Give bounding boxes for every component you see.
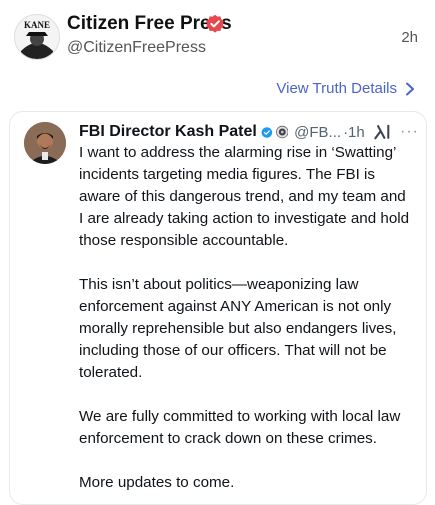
view-truth-details-link[interactable]: View Truth Details (276, 80, 415, 97)
embed-paragraph: I want to address the alarming rise in ‘… (79, 144, 410, 249)
post-time: 2h (401, 29, 418, 46)
embed-avatar[interactable] (24, 122, 66, 164)
post-header: KANE Citizen Free Press @CitizenFreePres… (0, 0, 435, 70)
avatar-label: KANE (24, 20, 50, 30)
verified-badge-icon (206, 14, 224, 33)
embed-paragraph: More updates to come. (79, 474, 235, 491)
embed-paragraph: We are fully committed to working with l… (79, 408, 401, 447)
embed-author-name[interactable]: FBI Director Kash Patel (79, 123, 257, 141)
embed-handle[interactable]: @FB... (294, 124, 341, 141)
embedded-post-card[interactable]: FBI Director Kash Patel @FB... ·1h ··· I… (9, 111, 427, 505)
kane-avatar-image: KANE (15, 15, 59, 59)
author-handle[interactable]: @CitizenFreePress (67, 39, 206, 57)
avatar[interactable]: KANE (14, 14, 60, 60)
fbi-seal-icon (275, 125, 289, 139)
embed-paragraph: This isn’t about politics—weaponizing la… (79, 276, 397, 381)
blue-check-icon (261, 126, 273, 138)
chevron-right-icon (406, 82, 414, 95)
patel-avatar-image (24, 122, 66, 164)
embed-header: FBI Director Kash Patel @FB... ·1h ··· (79, 120, 419, 144)
more-options-icon[interactable]: ··· (400, 123, 419, 141)
embed-time: ·1h (343, 123, 365, 141)
view-link-label: View Truth Details (276, 80, 397, 97)
embed-post-text: I want to address the alarming rise in ‘… (79, 142, 414, 504)
grok-logo-icon[interactable] (373, 123, 390, 141)
